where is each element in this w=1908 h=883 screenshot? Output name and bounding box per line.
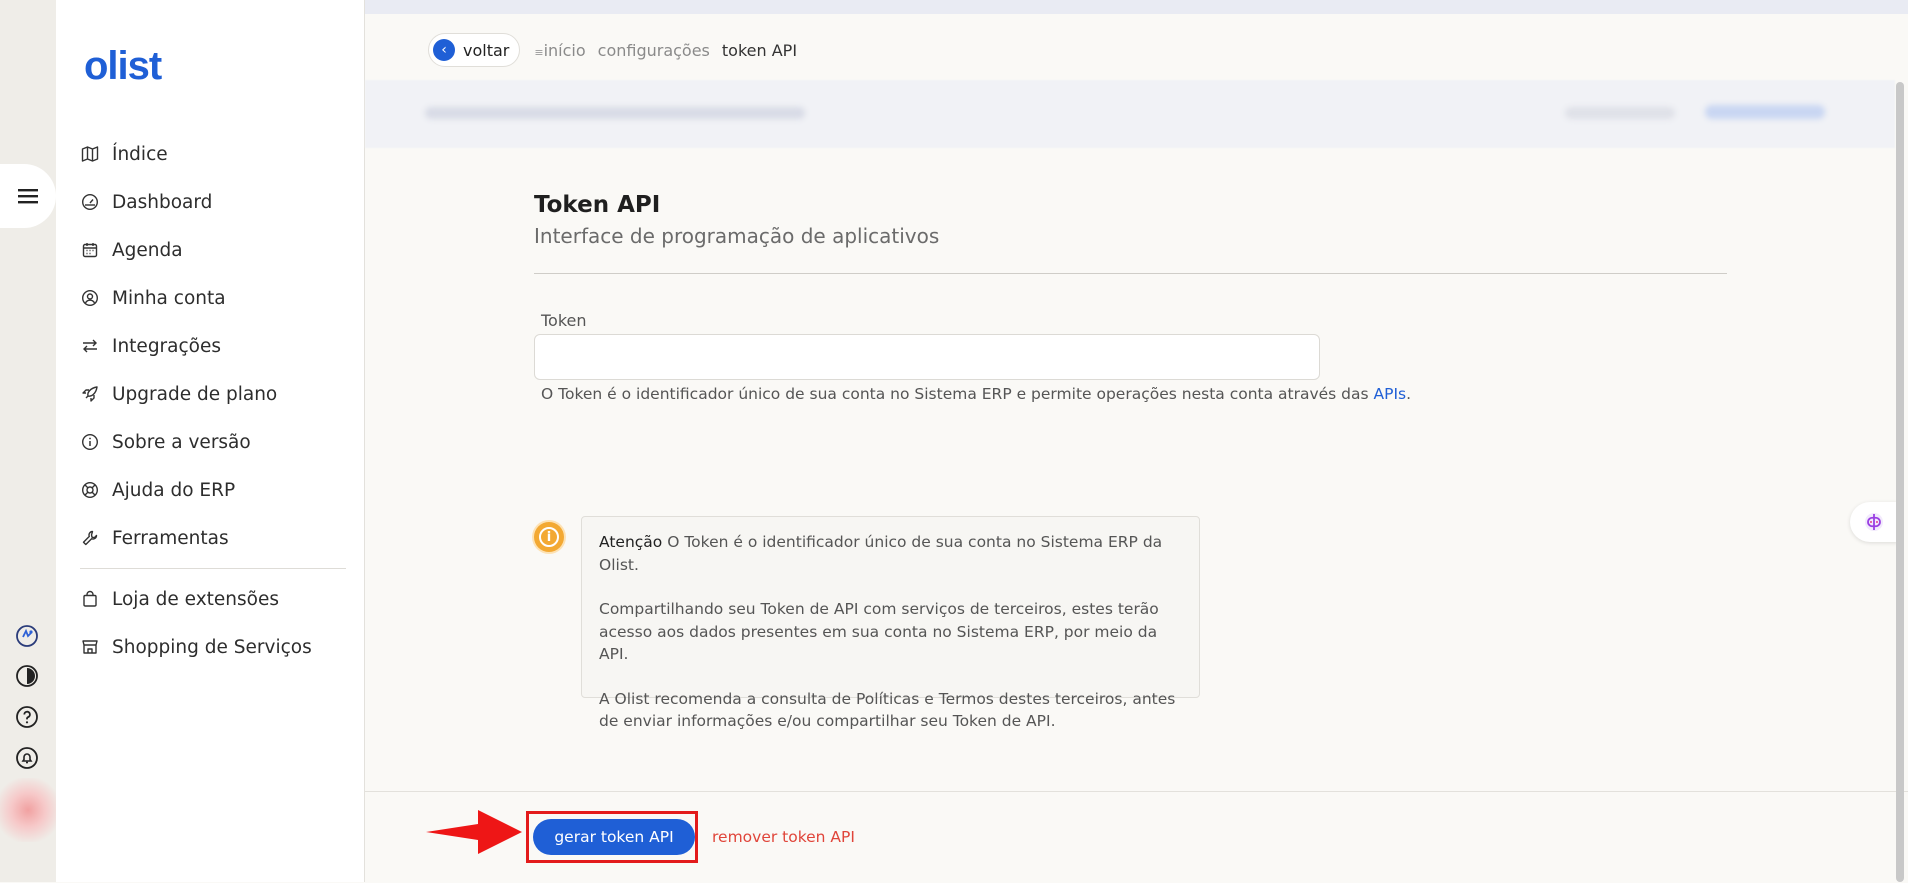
olist-logo[interactable]: olist: [84, 44, 162, 89]
warning-icon: i: [534, 522, 564, 552]
calendar-icon: [80, 240, 100, 260]
avatar[interactable]: [0, 778, 56, 842]
hamburger-menu-button[interactable]: [0, 164, 56, 228]
sidebar-item-minha-conta[interactable]: Minha conta: [80, 274, 350, 322]
sidebar-item-label: Loja de extensões: [112, 588, 280, 610]
apis-link[interactable]: APIs: [1374, 385, 1407, 403]
sidebar-item-shopping-servicos[interactable]: Shopping de Serviços: [80, 623, 350, 671]
token-helper-text: O Token é o identificador único de sua c…: [541, 385, 1411, 403]
top-strip: [365, 0, 1908, 14]
sidebar-item-label: Shopping de Serviços: [112, 636, 312, 658]
sidebar-nav: Índice Dashboard Agenda Minha conta Inte…: [80, 130, 350, 671]
rocket-icon: [80, 384, 100, 404]
generate-token-button[interactable]: gerar token API: [533, 819, 695, 855]
icon-rail: [0, 0, 56, 882]
arrows-exchange-icon: [80, 336, 100, 356]
storefront-icon: [80, 637, 100, 657]
sidebar-item-upgrade[interactable]: Upgrade de plano: [80, 370, 350, 418]
warning-line-3: A Olist recomenda a consulta de Política…: [599, 689, 1176, 731]
brain-assistant-button[interactable]: [1850, 502, 1898, 542]
sidebar-item-label: Agenda: [112, 239, 183, 261]
chevron-left-icon: ‹: [433, 39, 455, 61]
blurred-text: [1565, 107, 1675, 119]
sidebar-item-label: Dashboard: [112, 191, 213, 213]
warning-box: Atenção O Token é o identificador único …: [581, 516, 1200, 730]
brain-icon: [1865, 513, 1883, 531]
hamburger-icon: [18, 189, 38, 204]
breadcrumb-settings[interactable]: configurações: [598, 41, 710, 60]
sidebar-item-ferramentas[interactable]: Ferramentas: [80, 514, 350, 562]
wrench-icon: [80, 528, 100, 548]
sidebar-item-integracoes[interactable]: Integrações: [80, 322, 350, 370]
sidebar-item-loja-extensoes[interactable]: Loja de extensões: [80, 575, 350, 623]
warning-heading: Atenção: [599, 533, 663, 551]
sidebar-item-ajuda[interactable]: Ajuda do ERP: [80, 466, 350, 514]
ai-assistant-icon[interactable]: [14, 623, 40, 649]
breadcrumb-home-label: início: [543, 40, 586, 60]
sidebar-item-agenda[interactable]: Agenda: [80, 226, 350, 274]
sidebar-item-label: Minha conta: [112, 287, 226, 309]
sidebar-divider: [80, 568, 346, 569]
sidebar-item-indice[interactable]: Índice: [80, 130, 350, 178]
page-title: Token API: [534, 192, 661, 218]
blurred-text: [425, 107, 805, 119]
warning-line-2: Compartilhando seu Token de API com serv…: [599, 600, 1159, 663]
breadcrumb-home[interactable]: ≡início: [534, 41, 585, 60]
blurred-button: [1705, 105, 1825, 119]
token-field-label: Token: [541, 311, 587, 330]
back-button-label: voltar: [463, 40, 510, 60]
sidebar-item-label: Integrações: [112, 335, 222, 357]
gauge-icon: [80, 192, 100, 212]
red-arrow-annotation: [426, 810, 522, 854]
page-subtitle: Interface de programação de aplicativos: [534, 224, 940, 248]
user-circle-icon: [80, 288, 100, 308]
back-button[interactable]: ‹ voltar: [428, 33, 521, 67]
sidebar-item-label: Ferramentas: [112, 527, 229, 549]
info-icon: [80, 432, 100, 452]
divider: [534, 273, 1727, 274]
sidebar-item-label: Sobre a versão: [112, 431, 251, 453]
sidebar-item-label: Índice: [112, 143, 168, 165]
lifebuoy-icon: [80, 480, 100, 500]
sidebar-item-sobre-versao[interactable]: Sobre a versão: [80, 418, 350, 466]
contrast-icon[interactable]: [14, 663, 40, 689]
sidebar-item-label: Ajuda do ERP: [112, 479, 236, 501]
helper-suffix: .: [1406, 385, 1412, 403]
token-input[interactable]: [534, 334, 1320, 380]
list-icon: ≡: [534, 45, 544, 59]
warning-line-1: O Token é o identificador único de sua c…: [599, 533, 1163, 574]
bell-icon[interactable]: [14, 745, 40, 771]
sidebar-item-dashboard[interactable]: Dashboard: [80, 178, 350, 226]
breadcrumb-current: token API: [721, 40, 798, 60]
scrollbar[interactable]: [1896, 82, 1904, 882]
map-icon: [80, 144, 100, 164]
shopping-bag-icon: [80, 589, 100, 609]
blurred-toolbar: [365, 80, 1895, 148]
help-icon[interactable]: [14, 704, 40, 730]
remove-token-link[interactable]: remover token API: [712, 828, 855, 846]
breadcrumb: ‹ voltar ≡início configurações token API: [428, 33, 809, 67]
helper-text: O Token é o identificador único de sua c…: [541, 385, 1374, 403]
sidebar: olist Índice Dashboard Agenda Minha cont…: [56, 0, 365, 882]
sidebar-item-label: Upgrade de plano: [112, 383, 278, 405]
